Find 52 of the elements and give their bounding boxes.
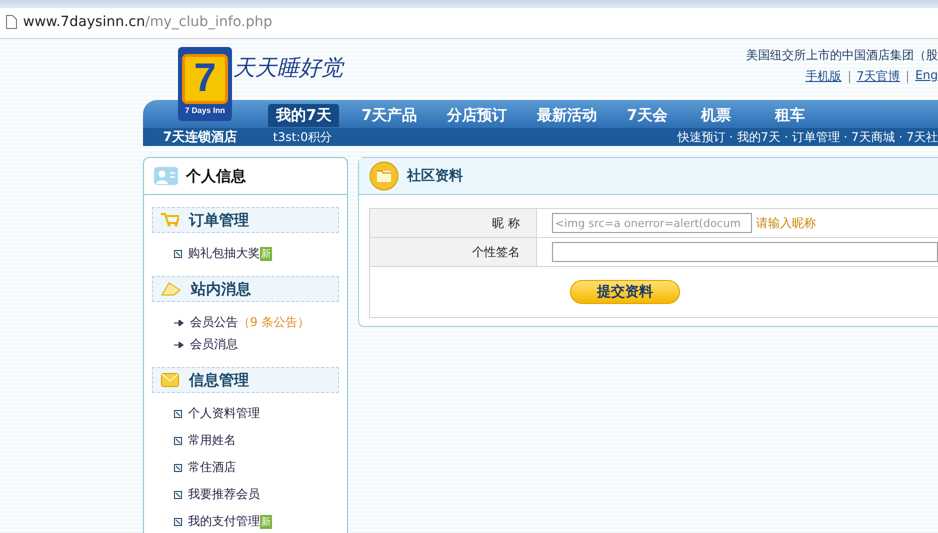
sidebar-link[interactable]: 购礼包抽大奖 <box>188 245 260 262</box>
mail-icon <box>161 373 179 387</box>
url-text[interactable]: www.7daysinn.cn/my_club_info.php <box>23 14 272 30</box>
sidebar-link[interactable]: 我要推荐会员 <box>188 486 260 503</box>
nav-tab[interactable]: 我的7天 <box>268 104 340 127</box>
quick-links[interactable]: 快速预订 · 我的7天 · 订单管理 · 7天商城 · 7天社 <box>677 128 938 146</box>
tagline: 美国纽交所上市的中国酒店集团（股 <box>746 47 938 64</box>
top-link[interactable]: Eng <box>915 68 938 85</box>
folder-icon <box>369 161 399 191</box>
square-bullet-icon <box>174 410 182 418</box>
hotel-logo[interactable]: 7 7 Days Inn <box>178 47 232 121</box>
brand-text: 7天连锁酒店 <box>163 128 238 146</box>
section-header: 站内消息 <box>152 276 339 302</box>
nav-tab[interactable]: 7天会 <box>618 104 679 127</box>
square-bullet-icon <box>174 436 182 444</box>
field-label: 个性签名 <box>370 238 537 266</box>
profile-card-icon <box>154 167 178 185</box>
square-bullet-icon <box>174 464 182 472</box>
panel-title: 社区资料 <box>407 167 463 185</box>
arrow-bullet-icon <box>174 342 184 348</box>
field-label: 昵 称 <box>370 209 537 237</box>
new-badge: 新 <box>260 246 272 260</box>
sidebar-link[interactable]: 个人资料管理 <box>188 405 260 422</box>
user-points: t3st:0积分 <box>273 128 332 146</box>
sidebar-link[interactable]: 常住酒店 <box>188 459 236 476</box>
submit-button[interactable]: 提交资料 <box>570 280 680 304</box>
cart-icon <box>161 213 179 227</box>
top-link[interactable]: 手机版 <box>806 68 842 85</box>
slogan: 天天睡好觉 <box>233 55 343 83</box>
page-icon <box>6 15 17 29</box>
square-bullet-icon <box>174 490 182 498</box>
envelope-icon <box>161 282 181 296</box>
nav-tab[interactable]: 租车 <box>766 104 827 127</box>
sidebar-link[interactable]: 我的支付管理 <box>188 513 260 530</box>
square-bullet-icon <box>174 250 182 258</box>
new-badge: 新 <box>260 514 272 528</box>
sidebar-link[interactable]: 会员公告 <box>190 314 238 331</box>
nav-tab[interactable]: 机票 <box>692 104 753 127</box>
signature-field[interactable] <box>552 242 938 262</box>
notice-count: （9 条公告） <box>238 314 310 331</box>
sidebar-title: 个人信息 <box>186 166 246 186</box>
section-header: 订单管理 <box>152 207 339 233</box>
sidebar-link[interactable]: 会员消息 <box>190 336 238 353</box>
arrow-bullet-icon <box>174 320 184 326</box>
nav-tab[interactable]: 分店预订 <box>438 104 515 127</box>
nav-tab[interactable]: 最新活动 <box>528 104 605 127</box>
section-header: 信息管理 <box>152 367 339 393</box>
nav-tab[interactable]: 7天产品 <box>353 104 425 127</box>
field-hint: 请输入昵称 <box>756 214 816 232</box>
sidebar-link[interactable]: 常用姓名 <box>188 432 236 449</box>
square-bullet-icon <box>174 518 182 526</box>
top-link[interactable]: 7天官博 <box>856 68 900 85</box>
